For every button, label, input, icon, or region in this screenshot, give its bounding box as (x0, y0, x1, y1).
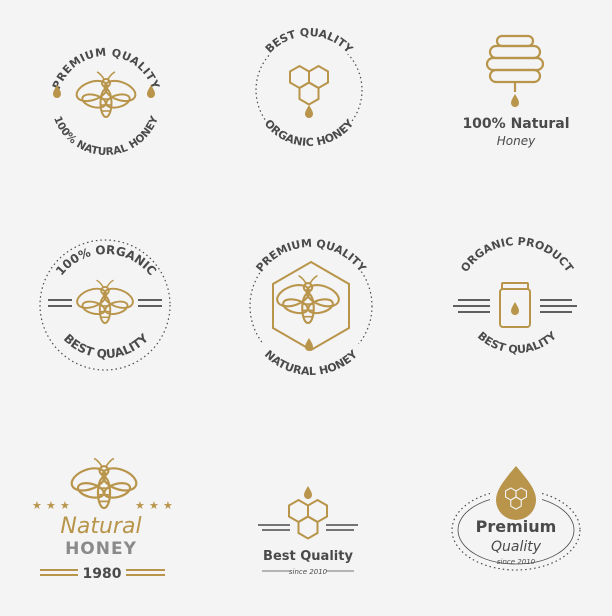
badge-canvas: PREMIUM QUALITY BEST QUALITY 100% NATURA… (32, 26, 581, 582)
badge-premium-hexagon: PREMIUM QUALITY NATURAL HONEY (244, 237, 378, 380)
logo-sheet: PREMIUM QUALITY BEST QUALITY 100% NATURA… (0, 0, 612, 612)
svg-text:BEST QUALITY: BEST QUALITY (475, 329, 560, 357)
badge-title: Best Quality (263, 549, 353, 564)
badge-premium-quality-oval: Premium Quality since 2010 (451, 466, 581, 571)
drop-icon (304, 486, 312, 499)
drop-icon (305, 338, 313, 351)
badge-top-text: 100% ORGANIC (53, 243, 159, 278)
badge-title: Natural (60, 514, 141, 539)
drop-icon (511, 94, 519, 107)
badge-subtitle: HONEY (65, 539, 137, 559)
badge-best-quality-comb-small: Best Quality since 2010 (258, 486, 358, 576)
svg-text:★: ★ (46, 499, 56, 512)
badge-since: since 2010 (289, 568, 328, 576)
badge-subtitle: Quality (491, 539, 542, 555)
badge-natural-hive: 100% Natural Honey (462, 34, 570, 148)
line-ornament (48, 299, 162, 307)
badge-subtitle: Honey (497, 134, 536, 148)
badge-best-quality-comb: BEST QUALITY ORGANIC HONEY (255, 26, 363, 152)
honeycomb-icon (289, 500, 327, 539)
svg-text:★: ★ (32, 499, 42, 512)
badge-since: since 2010 (497, 558, 536, 566)
line-ornament (258, 524, 358, 531)
svg-text:★: ★ (135, 499, 145, 512)
badge-bottom-text: BEST QUALITY (61, 331, 151, 361)
bee-icon (67, 457, 141, 510)
badge-natural-honey-1980: ★ ★ ★ ★ ★ ★ Natural HONEY 1980 (32, 457, 173, 582)
badge-organic-jar: ORGANIC PRODUCT BEST QUALITY (453, 235, 577, 356)
svg-text:BEST QUALITY: BEST QUALITY (61, 331, 151, 361)
bee-icon (73, 279, 137, 324)
badge-title: Premium (476, 517, 557, 536)
bee-icon (273, 274, 343, 325)
svg-text:★: ★ (163, 499, 173, 512)
badge-year: 1980 (83, 566, 122, 582)
svg-text:★: ★ (60, 499, 70, 512)
honey-jar-icon (499, 282, 531, 328)
svg-text:100% ORGANIC: 100% ORGANIC (53, 243, 159, 278)
badge-premium-bee: PREMIUM QUALITY BEST QUALITY 100% NATURA… (50, 46, 162, 158)
drop-icon (305, 105, 313, 118)
badge-top-text: ORGANIC PRODUCT (458, 235, 576, 275)
svg-text:ORGANIC PRODUCT: ORGANIC PRODUCT (458, 235, 576, 275)
beehive-icon (485, 34, 545, 92)
bee-icon (72, 71, 140, 118)
badge-title: 100% Natural (462, 116, 569, 132)
badge-organic-bee: 100% ORGANIC BEST QUALITY (39, 239, 171, 371)
honeycomb-icon (290, 66, 328, 105)
svg-text:★: ★ (149, 499, 159, 512)
svg-text:100% NATURAL HONEY: 100% NATURAL HONEY (51, 114, 161, 158)
badge-bottom-text: BEST QUALITY (475, 329, 560, 357)
badge-bottom-text: 100% NATURAL HONEY (51, 114, 161, 158)
